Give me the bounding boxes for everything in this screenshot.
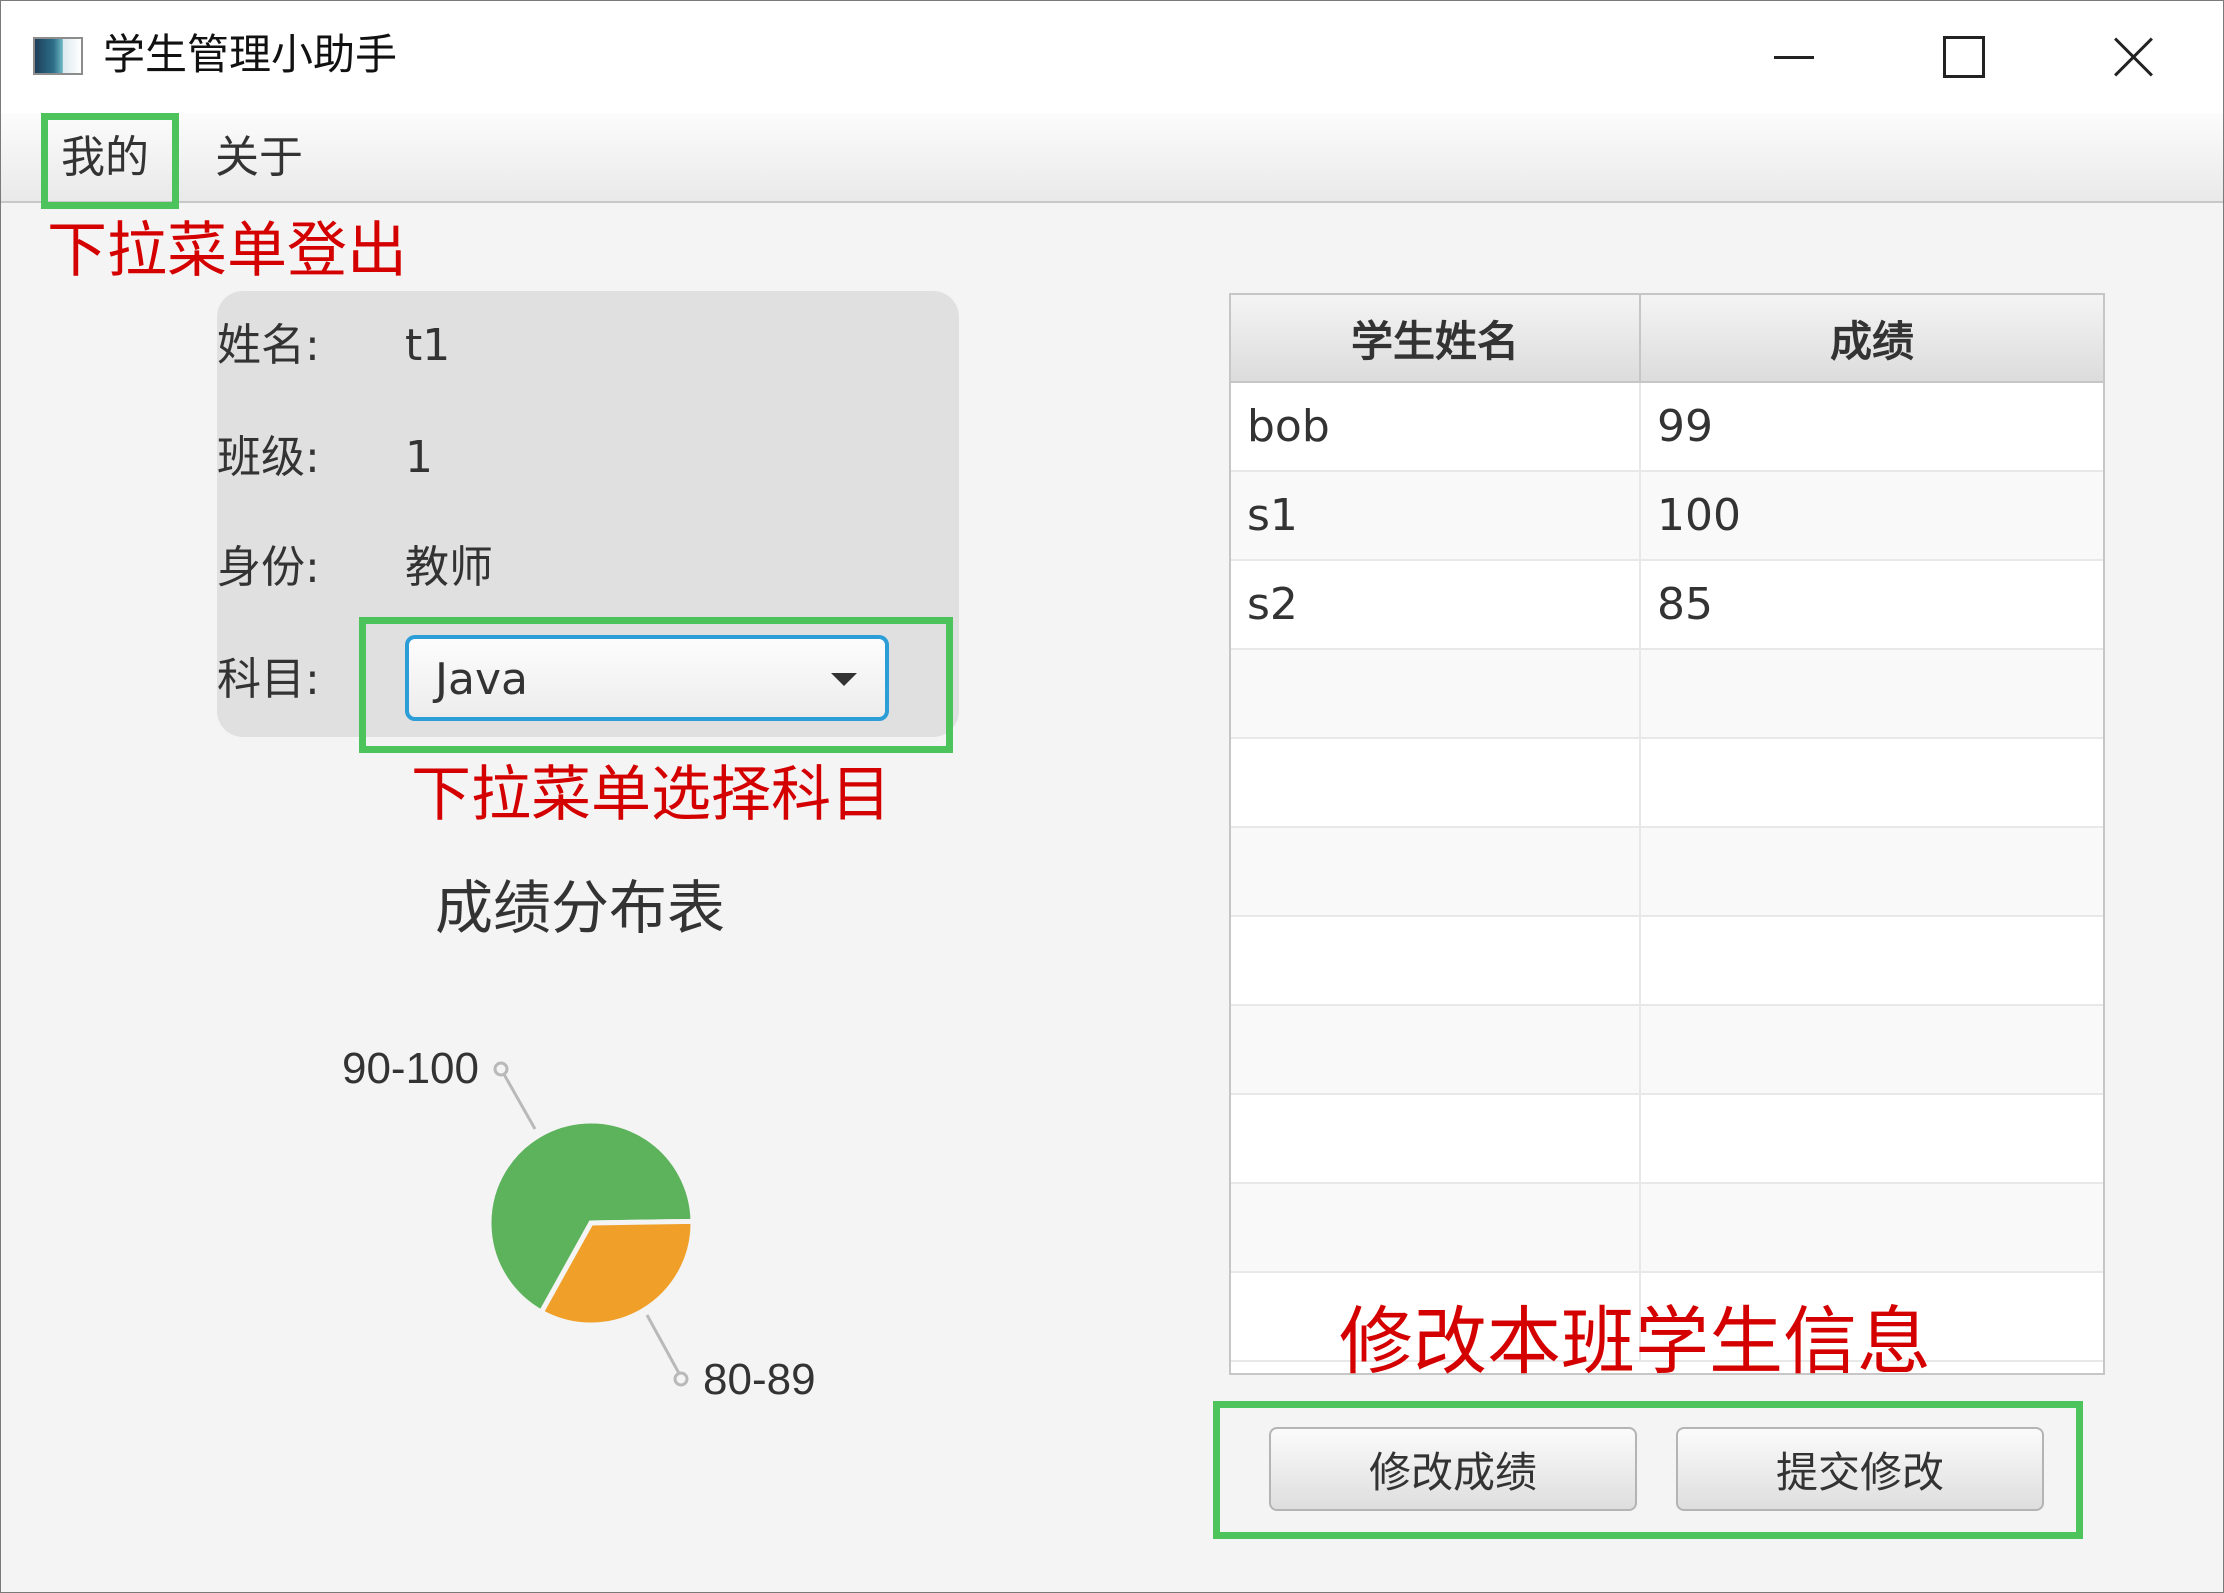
- annotation-select-subject: 下拉菜单选择科目: [411, 760, 891, 830]
- leader-line-90-100: [499, 1068, 537, 1130]
- pie-chart: 90-100 80-89: [342, 1044, 816, 1404]
- menu-bar: 我的 关于: [1, 113, 2223, 203]
- table-row[interactable]: s1 100: [1231, 472, 2103, 561]
- subject-select-highlight: [359, 617, 953, 753]
- role-value: 教师: [405, 542, 493, 593]
- leader-line-80-89: [645, 1314, 683, 1378]
- empty-row: [1231, 917, 2103, 1006]
- name-label: 姓名:: [217, 320, 320, 371]
- table-row[interactable]: bob 99: [1231, 383, 2103, 472]
- empty-row: [1231, 650, 2103, 739]
- cell-score[interactable]: 100: [1641, 472, 2103, 559]
- app-window: 学生管理小助手 我的 关于 下拉菜单登出 姓名: t1 班级: 1 身份: 教师…: [0, 0, 2224, 1593]
- pie-slices: [486, 1118, 696, 1328]
- title-bar: 学生管理小助手: [1, 1, 2223, 113]
- column-header-score[interactable]: 成绩: [1641, 295, 2103, 383]
- student-table[interactable]: 学生姓名 成绩 bob 99 s1 100 s2 85: [1229, 293, 2105, 1375]
- empty-row: [1231, 1006, 2103, 1095]
- subject-label: 科目:: [217, 654, 320, 705]
- leader-dot-80-89: [673, 1371, 689, 1387]
- empty-row: [1231, 1095, 2103, 1184]
- minimize-icon: [1774, 55, 1814, 59]
- chart-title: 成绩分布表: [435, 874, 726, 942]
- close-icon: [2112, 35, 2156, 79]
- class-value: 1: [405, 432, 433, 483]
- empty-row: [1231, 828, 2103, 917]
- class-label: 班级:: [217, 432, 320, 483]
- cell-student-name[interactable]: s1: [1231, 472, 1641, 559]
- menu-mine-highlight: [41, 113, 179, 209]
- app-icon: [33, 37, 83, 75]
- cell-student-name[interactable]: s2: [1231, 561, 1641, 648]
- menu-about[interactable]: 关于: [215, 131, 303, 185]
- cell-score[interactable]: 99: [1641, 383, 2103, 470]
- empty-row: [1231, 739, 2103, 828]
- pie-label-80-89: 80-89: [703, 1355, 816, 1404]
- cell-score[interactable]: 85: [1641, 561, 2103, 648]
- maximize-button[interactable]: [1879, 1, 2049, 113]
- window-title: 学生管理小助手: [103, 30, 398, 79]
- close-button[interactable]: [2049, 1, 2219, 113]
- annotation-edit-class: 修改本班学生信息: [1339, 1299, 1931, 1385]
- minimize-button[interactable]: [1709, 1, 1879, 113]
- role-label: 身份:: [217, 542, 320, 593]
- leader-dot-90-100: [493, 1061, 509, 1077]
- buttons-highlight: [1213, 1401, 2083, 1539]
- pie-label-90-100: 90-100: [342, 1044, 479, 1093]
- annotation-logout: 下拉菜单登出: [47, 216, 407, 286]
- maximize-icon: [1943, 36, 1985, 78]
- cell-student-name[interactable]: bob: [1231, 383, 1641, 470]
- name-value: t1: [405, 320, 451, 371]
- column-header-student-name[interactable]: 学生姓名: [1231, 295, 1641, 383]
- empty-row: [1231, 1184, 2103, 1273]
- table-row[interactable]: s2 85: [1231, 561, 2103, 650]
